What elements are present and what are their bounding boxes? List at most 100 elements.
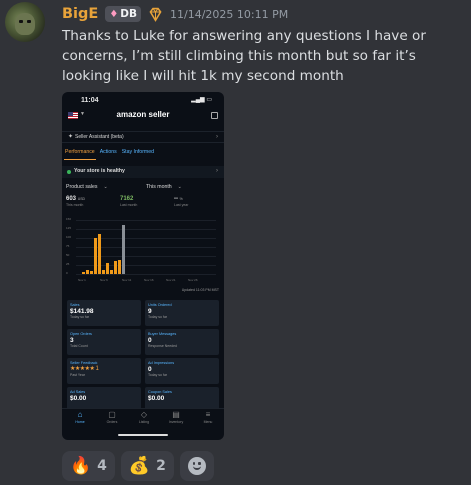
metric-last-month: 7162 Last month (120, 196, 137, 207)
card-value: $141.98 (70, 308, 94, 316)
y-tick-label: 0 (66, 271, 68, 275)
card-value: $0.00 (148, 395, 165, 403)
card-value: 3 (70, 337, 74, 345)
card-title: Seller Feedback (70, 361, 98, 365)
card-value: 0 (148, 366, 152, 374)
inventory-icon: ▤ (172, 410, 180, 419)
chart-bar (110, 269, 113, 274)
sparkle-icon: ✦ (68, 134, 74, 140)
attached-screenshot[interactable]: 11:04 ▂▄▆ ▭ ▼ amazon seller ✦ Seller Ass… (62, 92, 224, 440)
chart-bar (122, 224, 125, 274)
metric-this-month: 603 USD This month (66, 196, 85, 207)
gem-icon: ♦ (109, 8, 119, 20)
store-health-label: Your store is healthy (74, 168, 125, 174)
chart-bar (82, 272, 85, 274)
seller-assistant-row: ✦ Seller Assistant (beta) › (62, 131, 224, 143)
card-subtitle: Response Needed (148, 344, 177, 349)
server-tag[interactable]: ♦ DB (105, 6, 142, 22)
fire-emoji-icon: 🔥 (70, 455, 92, 476)
tab-label: Home (75, 419, 85, 424)
scan-icon (211, 112, 218, 119)
card-title: Buyer Messages (148, 332, 177, 336)
server-tag-label: DB (120, 8, 138, 20)
gridline (76, 229, 216, 230)
gridline (76, 274, 216, 275)
metric-caption: This month (66, 202, 84, 207)
add-reaction-button[interactable] (179, 451, 214, 481)
reaction-count: 2 (156, 458, 166, 474)
tab-label: Listing (138, 419, 150, 424)
home-indicator (118, 434, 168, 436)
menu-icon: ≡ (205, 410, 211, 419)
avatar-eye (19, 20, 23, 23)
avatar-eye (27, 20, 31, 23)
username[interactable]: BigE (62, 6, 98, 22)
metric-value: -- (174, 196, 178, 202)
card-subtitle: Today so far (148, 373, 168, 378)
card-value: 0 (148, 337, 152, 345)
reaction-money-bag[interactable]: 💰 2 (120, 451, 174, 481)
card-title: Sales (70, 303, 80, 307)
card-title: Open Orders (70, 332, 92, 336)
gridline (76, 265, 216, 266)
metric-card: Sales $141.98 Today so far (67, 300, 141, 326)
card-subtitle: Total Count (70, 344, 88, 349)
metric-last-year: -- % Last year (174, 196, 188, 207)
metric-unit: % (179, 197, 183, 201)
reaction-fire[interactable]: 🔥 4 (62, 451, 115, 481)
bottom-tab-bar: ⌂ Home ▢ Orders ◇ Listing ▤ Inventory ≡ Menu (62, 408, 224, 430)
card-title: Ad Sales (70, 390, 86, 394)
card-title: Units Ordered (148, 303, 172, 307)
message-header: BigE ♦ DB 11/14/2025 10:11 PM (62, 4, 288, 24)
avatar-face (15, 13, 35, 35)
status-dot-icon (67, 170, 71, 174)
status-time: 11:04 (81, 97, 99, 104)
metric-card: Seller Feedback ★★★★★ 1 Past Year (67, 358, 141, 384)
chart-bar (118, 259, 121, 274)
metric-value: 7162 (120, 196, 134, 202)
y-tick-label: 150 (66, 217, 72, 221)
reaction-count: 4 (97, 458, 107, 474)
chart-bar (98, 233, 101, 274)
chevron-down-icon: ⌄ (103, 184, 108, 190)
x-tick-label: Nov 11 (122, 278, 132, 282)
diamond-badge-icon[interactable] (147, 6, 164, 23)
tab-bar: Performance Actions Stay Informed (64, 149, 155, 160)
tag-icon: ◇ (140, 410, 148, 419)
assistant-label: Seller Assistant (beta) (75, 134, 124, 140)
x-tick-label: Nov 6 (100, 278, 108, 282)
chart-bar (102, 269, 105, 274)
tab-inventory: ▤ Inventory (161, 410, 191, 425)
user-avatar[interactable] (5, 2, 45, 42)
card-value: 9 (148, 308, 152, 316)
x-tick-label: Nov 26 (188, 278, 198, 282)
card-value: $0.00 (70, 395, 87, 403)
metric-card: Ad Impressions 0 Today so far (145, 358, 219, 384)
chart-bar (90, 271, 93, 274)
updated-label: Updated 11:03 PM MST (181, 288, 219, 292)
signal-battery-icon: ▂▄▆ ▭ (191, 97, 212, 103)
money-bag-emoji-icon: 💰 (128, 455, 151, 476)
x-tick-label: Nov 16 (144, 278, 154, 282)
app-bar: ▼ amazon seller (62, 110, 224, 124)
status-bar: 11:04 ▂▄▆ ▭ (62, 97, 224, 107)
metric-selector: Product sales ⌄ (66, 184, 108, 191)
chart-bar (86, 269, 89, 274)
timestamp: 11/14/2025 10:11 PM (170, 7, 289, 21)
chevron-down-icon: ⌄ (177, 184, 183, 190)
brand-title: amazon seller (116, 110, 170, 119)
x-tick-label: Nov 21 (166, 278, 176, 282)
y-tick-label: 50 (66, 253, 70, 257)
gridline (76, 256, 216, 257)
card-title: Coupon Sales (148, 390, 172, 394)
tab-label: Orders (106, 419, 118, 424)
card-subtitle: Past Year (70, 372, 85, 377)
card-subtitle: Today so far (70, 315, 90, 320)
chart-bar (94, 238, 97, 274)
metric-selector-label: Product sales (66, 184, 98, 190)
chevron-right-icon: › (216, 134, 218, 140)
period-selector: This month ⌄ (146, 184, 183, 191)
y-tick-label: 25 (66, 262, 70, 266)
smiley-icon (187, 457, 206, 475)
metric-card: Units Ordered 9 Today so far (145, 300, 219, 326)
